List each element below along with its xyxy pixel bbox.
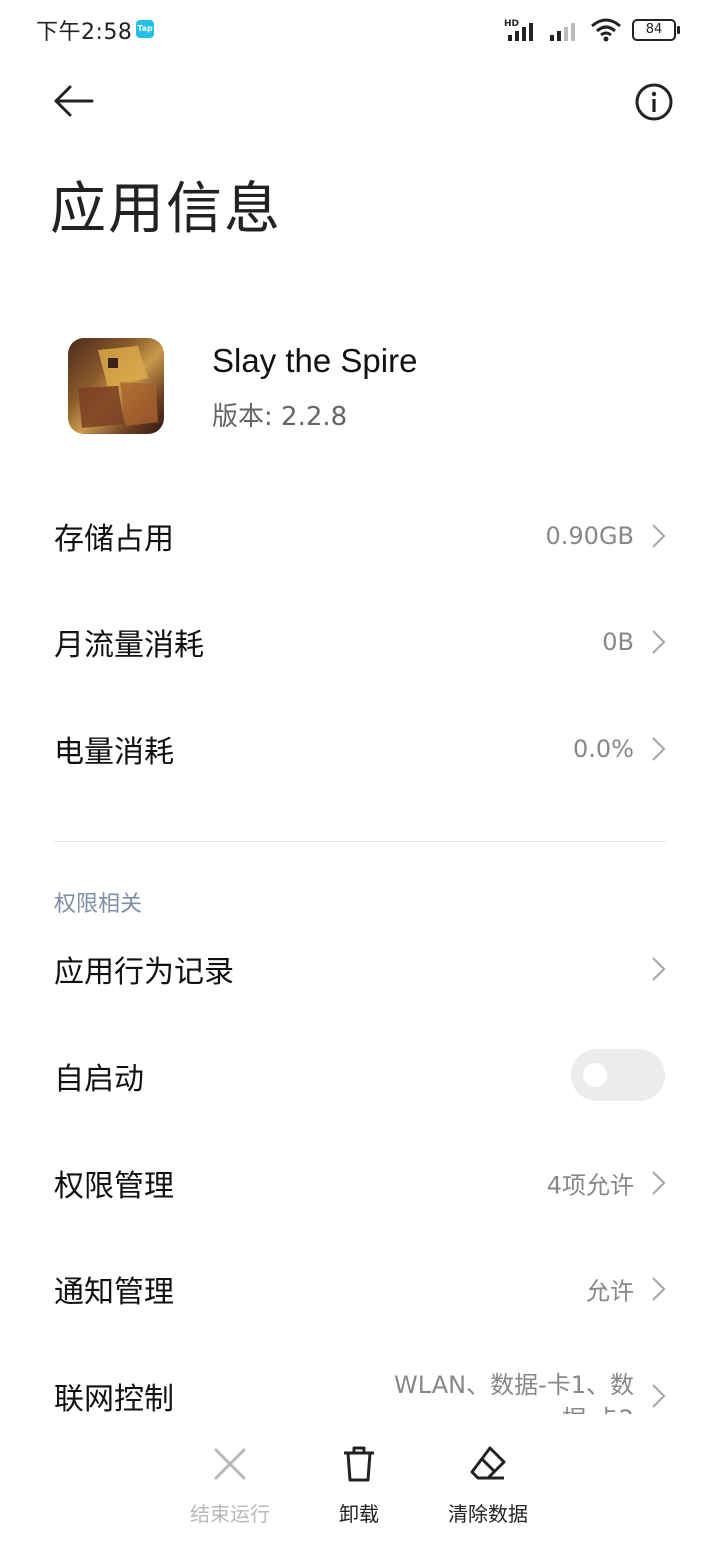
- chevron-right-icon: [652, 957, 666, 981]
- autostart-toggle[interactable]: [571, 1049, 665, 1101]
- network-control-label: 联网控制: [54, 1382, 174, 1417]
- app-name: Slay the Spire: [212, 342, 418, 379]
- storage-row[interactable]: 存储占用 0.90GB: [0, 496, 720, 576]
- permission-management-label: 权限管理: [54, 1169, 174, 1204]
- data-usage-label: 月流量消耗: [54, 628, 204, 663]
- page-title: 应用信息: [50, 177, 282, 242]
- force-stop-button[interactable]: 结束运行: [170, 1444, 290, 1527]
- chevron-right-icon: [652, 1384, 666, 1408]
- data-usage-row[interactable]: 月流量消耗 0B: [0, 602, 720, 682]
- chevron-right-icon: [652, 1171, 666, 1195]
- battery-indicator: 84: [632, 19, 680, 41]
- battery-usage-row[interactable]: 电量消耗 0.0%: [0, 709, 720, 789]
- app-icon: [68, 338, 164, 434]
- battery-usage-value: 0.0%: [573, 735, 634, 763]
- signal-icon: [550, 23, 575, 41]
- hd-signal-icon: HD: [504, 19, 533, 41]
- close-icon: [214, 1448, 246, 1480]
- permission-management-row[interactable]: 权限管理 4项允许: [0, 1143, 720, 1223]
- data-usage-value: 0B: [602, 628, 634, 656]
- back-arrow-icon[interactable]: [48, 78, 98, 124]
- bottom-action-bar: 结束运行 卸载 清除数据: [0, 1414, 720, 1560]
- trash-icon: [344, 1446, 374, 1482]
- section-divider: [54, 841, 666, 842]
- toggle-knob: [583, 1063, 607, 1087]
- force-stop-label: 结束运行: [190, 1502, 270, 1526]
- status-time: 下午2:58: [36, 20, 133, 45]
- battery-usage-label: 电量消耗: [54, 735, 174, 770]
- app-version: 版本: 2.2.8: [212, 402, 348, 432]
- status-bar: 下午2:58 Tap HD 84: [0, 0, 720, 60]
- notification-management-row[interactable]: 通知管理 允许: [0, 1249, 720, 1329]
- tap-app-icon: Tap: [136, 20, 154, 38]
- eraser-icon: [470, 1446, 506, 1480]
- behavior-log-row[interactable]: 应用行为记录: [0, 929, 720, 1009]
- uninstall-button[interactable]: 卸载: [299, 1444, 419, 1527]
- chevron-right-icon: [652, 524, 666, 548]
- clear-data-button[interactable]: 清除数据: [428, 1444, 548, 1527]
- autostart-label: 自启动: [54, 1062, 144, 1097]
- storage-value: 0.90GB: [545, 522, 635, 550]
- notification-management-label: 通知管理: [54, 1275, 174, 1310]
- chevron-right-icon: [652, 630, 666, 654]
- status-icons: HD 84: [504, 16, 680, 44]
- storage-label: 存储占用: [54, 522, 174, 557]
- notification-management-value: 允许: [586, 1277, 634, 1306]
- permission-management-value: 4项允许: [546, 1171, 634, 1200]
- chevron-right-icon: [652, 737, 666, 761]
- clear-data-label: 清除数据: [448, 1502, 528, 1526]
- hd-label: HD: [504, 19, 519, 29]
- uninstall-label: 卸载: [339, 1502, 379, 1526]
- app-icon-art: [78, 346, 158, 428]
- chevron-right-icon: [652, 1277, 666, 1301]
- info-icon[interactable]: [632, 80, 676, 124]
- behavior-log-label: 应用行为记录: [54, 955, 234, 990]
- wifi-icon: [591, 18, 621, 42]
- permissions-section-title: 权限相关: [54, 892, 143, 917]
